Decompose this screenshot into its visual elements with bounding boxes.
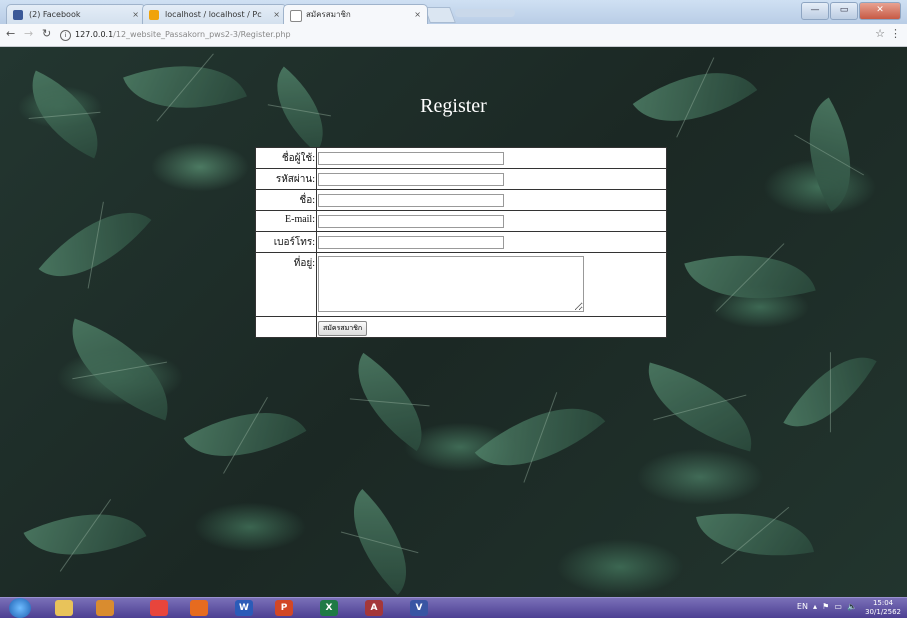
taskbar: W P X A V EN ▴ ⚑ ▭ 🔈 15:04 30/1/2562 [0, 597, 907, 618]
email-label: E-mail: [255, 210, 317, 232]
name-label: ชื่อ: [255, 189, 317, 211]
window-controls: — ▭ ✕ [801, 2, 901, 20]
leaf-decoration [696, 497, 814, 572]
register-button[interactable]: สมัครสมาชิก [318, 320, 368, 336]
close-icon[interactable]: × [414, 5, 421, 24]
close-icon[interactable]: × [132, 5, 139, 24]
taskbar-firefox-icon[interactable] [190, 600, 208, 616]
empty-cell [255, 316, 317, 338]
new-tab-button[interactable] [424, 7, 456, 23]
form-cell [316, 147, 667, 169]
form-cell [316, 168, 667, 190]
email-input[interactable] [318, 214, 504, 228]
minimize-button[interactable]: — [801, 2, 829, 20]
leaf-decoration [783, 336, 877, 448]
tab-phpmyadmin[interactable]: localhost / localhost / Pc × [142, 4, 287, 24]
username-input[interactable] [318, 151, 504, 165]
url-host: 127.0.0.1 [75, 30, 114, 39]
form-cell [316, 231, 667, 253]
clock-time: 15:04 [872, 599, 894, 607]
form-row: ชื่อ: [255, 189, 667, 211]
reload-icon[interactable]: ↻ [42, 27, 51, 40]
taskbar-visio-icon[interactable]: V [410, 600, 428, 616]
leaf-decoration [38, 184, 152, 305]
taskbar-access-icon[interactable]: A [365, 600, 383, 616]
taskbar-word-icon[interactable]: W [235, 600, 253, 616]
leaf-decoration [183, 383, 307, 486]
menu-icon[interactable]: ⋮ [890, 27, 901, 40]
maximize-button[interactable]: ▭ [830, 2, 858, 20]
address-textarea[interactable] [318, 256, 584, 312]
language-indicator[interactable]: EN [797, 602, 808, 611]
page-background: Register ชื่อผู้ใช้: รหัสผ่าน: ชื่อ: E-m… [0, 47, 907, 597]
form-row: E-mail: [255, 210, 667, 232]
clock-date: 30/1/2562 [865, 608, 901, 616]
form-cell: สมัครสมาชิก [316, 316, 667, 338]
tab-register[interactable]: สมัครสมาชิก × [283, 4, 428, 24]
clock[interactable]: 15:04 30/1/2562 [865, 599, 901, 617]
leaf-decoration [634, 362, 766, 452]
username-label: ชื่อผู้ใช้: [255, 147, 317, 169]
close-icon[interactable]: × [273, 5, 280, 24]
leaf-decoration [123, 47, 247, 135]
leaf-decoration [684, 232, 816, 322]
tab-label: สมัครสมาชิก [306, 10, 351, 19]
system-tray: EN ▴ ⚑ ▭ 🔈 [796, 602, 857, 611]
leaf-decoration [23, 486, 147, 583]
tab-label: (2) Facebook [29, 10, 81, 19]
password-label: รหัสผ่าน: [255, 168, 317, 190]
tab-facebook[interactable]: (2) Facebook × [6, 4, 146, 24]
taskbar-chrome-icon[interactable] [150, 600, 168, 616]
close-window-button[interactable]: ✕ [859, 2, 901, 20]
address-label: ที่อยู่: [255, 252, 317, 317]
url-field[interactable]: i 127.0.0.1/12_website_Passakorn_pws2-3/R… [60, 27, 860, 42]
form-cell [316, 189, 667, 211]
bookmark-star-icon[interactable]: ☆ [875, 27, 885, 40]
taskbar-explorer-icon[interactable] [55, 600, 73, 616]
phone-input[interactable] [318, 235, 504, 249]
password-input[interactable] [318, 172, 504, 186]
form-row: ชื่อผู้ใช้: [255, 147, 667, 169]
form-row: ที่อยู่: [255, 252, 667, 317]
phpmyadmin-icon [149, 10, 159, 20]
leaf-decoration [474, 375, 606, 499]
blurred-area [455, 9, 515, 17]
taskbar-powerpoint-icon[interactable]: P [275, 600, 293, 616]
register-form: ชื่อผู้ใช้: รหัสผ่าน: ชื่อ: E-mail: เบอร… [255, 147, 667, 338]
taskbar-excel-icon[interactable]: X [320, 600, 338, 616]
form-row: เบอร์โทร: [255, 231, 667, 253]
facebook-icon [13, 10, 23, 20]
info-icon[interactable]: i [60, 30, 71, 41]
taskbar-media-icon[interactable] [96, 600, 114, 616]
leaf-decoration [326, 488, 434, 596]
leaf-decoration [334, 352, 446, 452]
form-cell [316, 252, 667, 317]
address-bar: ← → ↻ i 127.0.0.1/12_website_Passakorn_pw… [0, 24, 907, 47]
leaf-decoration [52, 318, 188, 421]
phone-label: เบอร์โทร: [255, 231, 317, 253]
form-row: รหัสผ่าน: [255, 168, 667, 190]
form-cell [316, 210, 667, 232]
form-row: สมัครสมาชิก [255, 316, 667, 338]
start-button[interactable] [9, 598, 31, 618]
forward-icon[interactable]: → [24, 27, 33, 40]
tab-label: localhost / localhost / Pc [165, 10, 262, 19]
name-input[interactable] [318, 193, 504, 207]
back-icon[interactable]: ← [6, 27, 15, 40]
page-icon [290, 10, 302, 22]
page-title: Register [420, 95, 487, 117]
url-path: /12_website_Passakorn_pws2-3/Register.ph… [113, 30, 291, 39]
tab-strip: (2) Facebook × localhost / localhost / P… [0, 0, 907, 24]
